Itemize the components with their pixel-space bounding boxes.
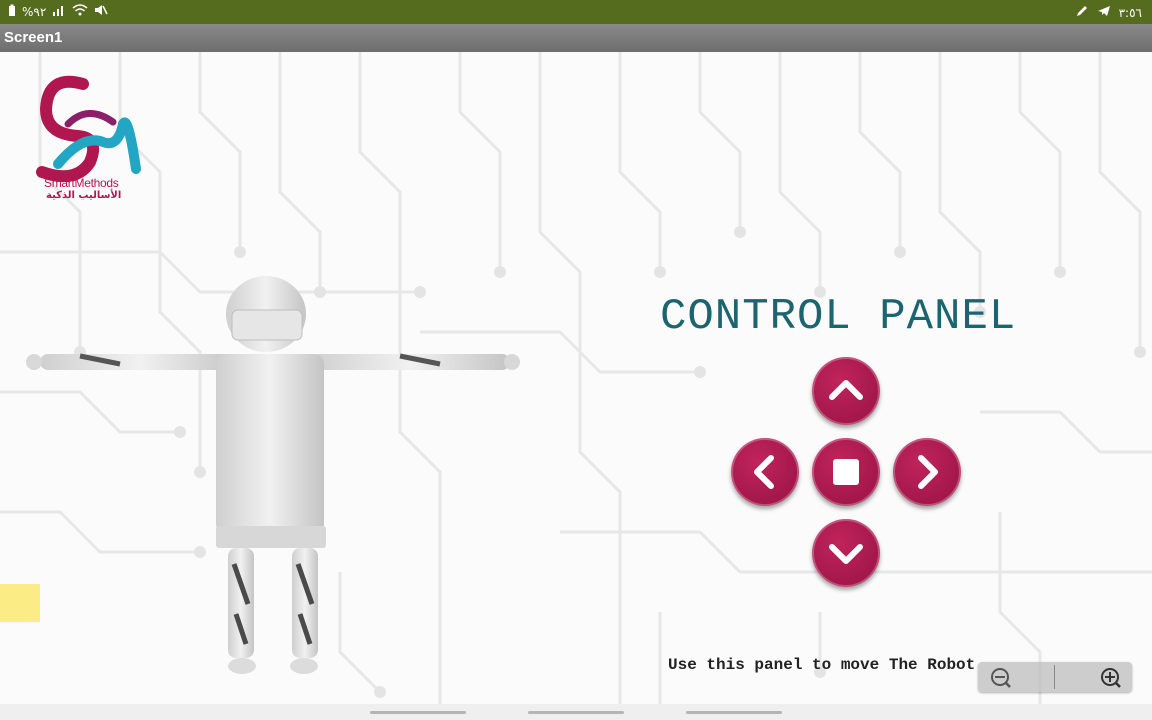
logo-text-english: SmartMethods <box>44 176 119 190</box>
side-tab[interactable] <box>0 584 40 622</box>
logo-text-arabic: الأساليب الذكية <box>46 190 122 201</box>
battery-icon <box>8 4 16 19</box>
chevron-up-icon <box>829 380 863 400</box>
nav-recents-button[interactable] <box>370 711 466 714</box>
chevron-right-icon <box>918 455 938 489</box>
status-left-group: %٩٢ <box>8 4 108 19</box>
mute-icon <box>94 4 108 19</box>
chevron-left-icon <box>754 455 774 489</box>
status-right-group: ٣:٥٦ <box>1075 4 1142 21</box>
zoom-out-icon <box>991 668 1011 688</box>
up-button[interactable] <box>812 357 880 425</box>
zoom-out-button[interactable] <box>982 664 1050 690</box>
zoom-divider <box>1054 665 1055 689</box>
chevron-down-icon <box>829 544 863 564</box>
screen-title: Screen1 <box>4 29 63 46</box>
left-button[interactable] <box>731 438 799 506</box>
right-button[interactable] <box>893 438 961 506</box>
status-bar: %٩٢ ٣:٥٦ <box>0 0 1152 24</box>
telegram-icon <box>1097 4 1111 21</box>
zoom-control <box>978 662 1132 692</box>
battery-percent: %٩٢ <box>22 4 47 19</box>
zoom-in-icon <box>1101 668 1121 688</box>
stop-icon <box>833 459 859 485</box>
navigation-bar <box>0 704 1152 720</box>
control-panel-title: CONTROL PANEL <box>660 292 1017 342</box>
clock-time: ٣:٥٦ <box>1118 5 1142 20</box>
signal-icon <box>52 4 66 19</box>
main-content: SmartMethods الأساليب الذكية CONTROL PAN… <box>0 52 1152 704</box>
nav-home-button[interactable] <box>528 711 624 714</box>
app-title-bar: Screen1 <box>0 24 1152 52</box>
stop-button[interactable] <box>812 438 880 506</box>
down-button[interactable] <box>812 519 880 587</box>
edit-icon <box>1075 4 1089 21</box>
wifi-icon <box>72 4 88 19</box>
robot-model <box>26 276 520 674</box>
zoom-in-button[interactable] <box>1060 664 1128 690</box>
panel-hint-text: Use this panel to move The Robot <box>668 656 976 674</box>
nav-back-button[interactable] <box>686 711 782 714</box>
